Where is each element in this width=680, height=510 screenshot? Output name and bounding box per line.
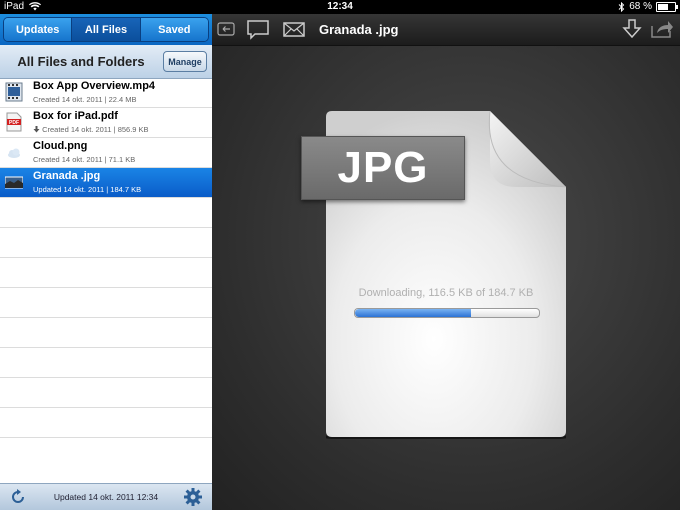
file-meta: Updated 14 okt. 2011 | 184.7 KB (33, 185, 142, 194)
viewer-toolbar: Granada .jpg (212, 14, 680, 46)
download-icon[interactable] (620, 18, 644, 40)
tab-saved[interactable]: Saved (140, 18, 208, 41)
empty-row (0, 348, 212, 378)
file-row-box-app-overview[interactable]: Box App Overview.mp4 Created 14 okt. 201… (0, 78, 212, 108)
bluetooth-icon (618, 1, 625, 12)
battery-fill (658, 3, 668, 10)
file-type-label: JPG (337, 143, 429, 192)
empty-row (0, 258, 212, 288)
file-name: Box for iPad.pdf (33, 110, 118, 122)
comment-icon[interactable] (246, 18, 270, 40)
segmented-control: Updates All Files Saved (3, 17, 209, 42)
empty-row (0, 378, 212, 408)
download-progress-fill (355, 309, 471, 317)
file-meta-text: Created 14 okt. 2011 | 856.9 KB (42, 125, 149, 134)
empty-row (0, 318, 212, 348)
sidebar-footer: Updated 14 okt. 2011 12:34 (0, 483, 212, 510)
tab-bar: Updates All Files Saved (0, 14, 212, 45)
status-bar: iPad 12:34 68 % (0, 0, 680, 14)
battery-percent: 68 % (629, 1, 652, 12)
clock: 12:34 (327, 1, 353, 12)
video-file-icon (5, 82, 23, 102)
pdf-file-icon: PDF (6, 112, 22, 132)
email-icon[interactable] (282, 18, 306, 40)
file-row-cloud[interactable]: Cloud.png Created 14 okt. 2011 | 71.1 KB (0, 138, 212, 168)
download-status: Downloading, 116.5 KB of 184.7 KB (358, 287, 534, 299)
empty-row (0, 198, 212, 228)
gear-icon[interactable] (183, 487, 203, 507)
document-title: Granada .jpg (319, 22, 399, 37)
download-progress-bar (354, 308, 540, 318)
empty-row (0, 228, 212, 258)
file-meta: Created 14 okt. 2011 | 856.9 KB (33, 125, 149, 134)
file-name: Granada .jpg (33, 170, 101, 182)
back-icon[interactable] (214, 18, 238, 40)
last-updated-text: Updated 14 okt. 2011 12:34 (53, 492, 159, 502)
file-name: Cloud.png (33, 140, 88, 152)
image-file-icon (8, 148, 20, 158)
list-title: All Files and Folders (17, 54, 145, 69)
empty-row (0, 288, 212, 318)
empty-row (0, 408, 212, 438)
downloaded-arrow-icon (33, 126, 40, 133)
battery-icon (656, 1, 678, 12)
tab-updates[interactable]: Updates (4, 18, 73, 41)
file-viewer: Granada .jpg JPG Downloading, 116.5 KB o… (212, 14, 680, 510)
file-row-box-for-ipad[interactable]: PDF Box for iPad.pdf Created 14 okt. 201… (0, 108, 212, 138)
tab-all-files[interactable]: All Files (72, 18, 141, 41)
file-meta: Created 14 okt. 2011 | 22.4 MB (33, 95, 137, 104)
file-list: Box App Overview.mp4 Created 14 okt. 201… (0, 78, 212, 484)
sidebar: Updates All Files Saved All Files and Fo… (0, 14, 212, 510)
manage-button[interactable]: Manage (163, 51, 207, 72)
file-name: Box App Overview.mp4 (33, 80, 156, 92)
share-icon[interactable] (650, 18, 674, 40)
svg-text:PDF: PDF (9, 120, 19, 126)
list-header: All Files and Folders Manage (0, 45, 212, 79)
file-row-granada[interactable]: Granada .jpg Updated 14 okt. 2011 | 184.… (0, 168, 212, 198)
file-type-badge: JPG (301, 136, 465, 200)
file-meta: Created 14 okt. 2011 | 71.1 KB (33, 155, 136, 164)
photo-thumbnail-icon (5, 176, 23, 189)
